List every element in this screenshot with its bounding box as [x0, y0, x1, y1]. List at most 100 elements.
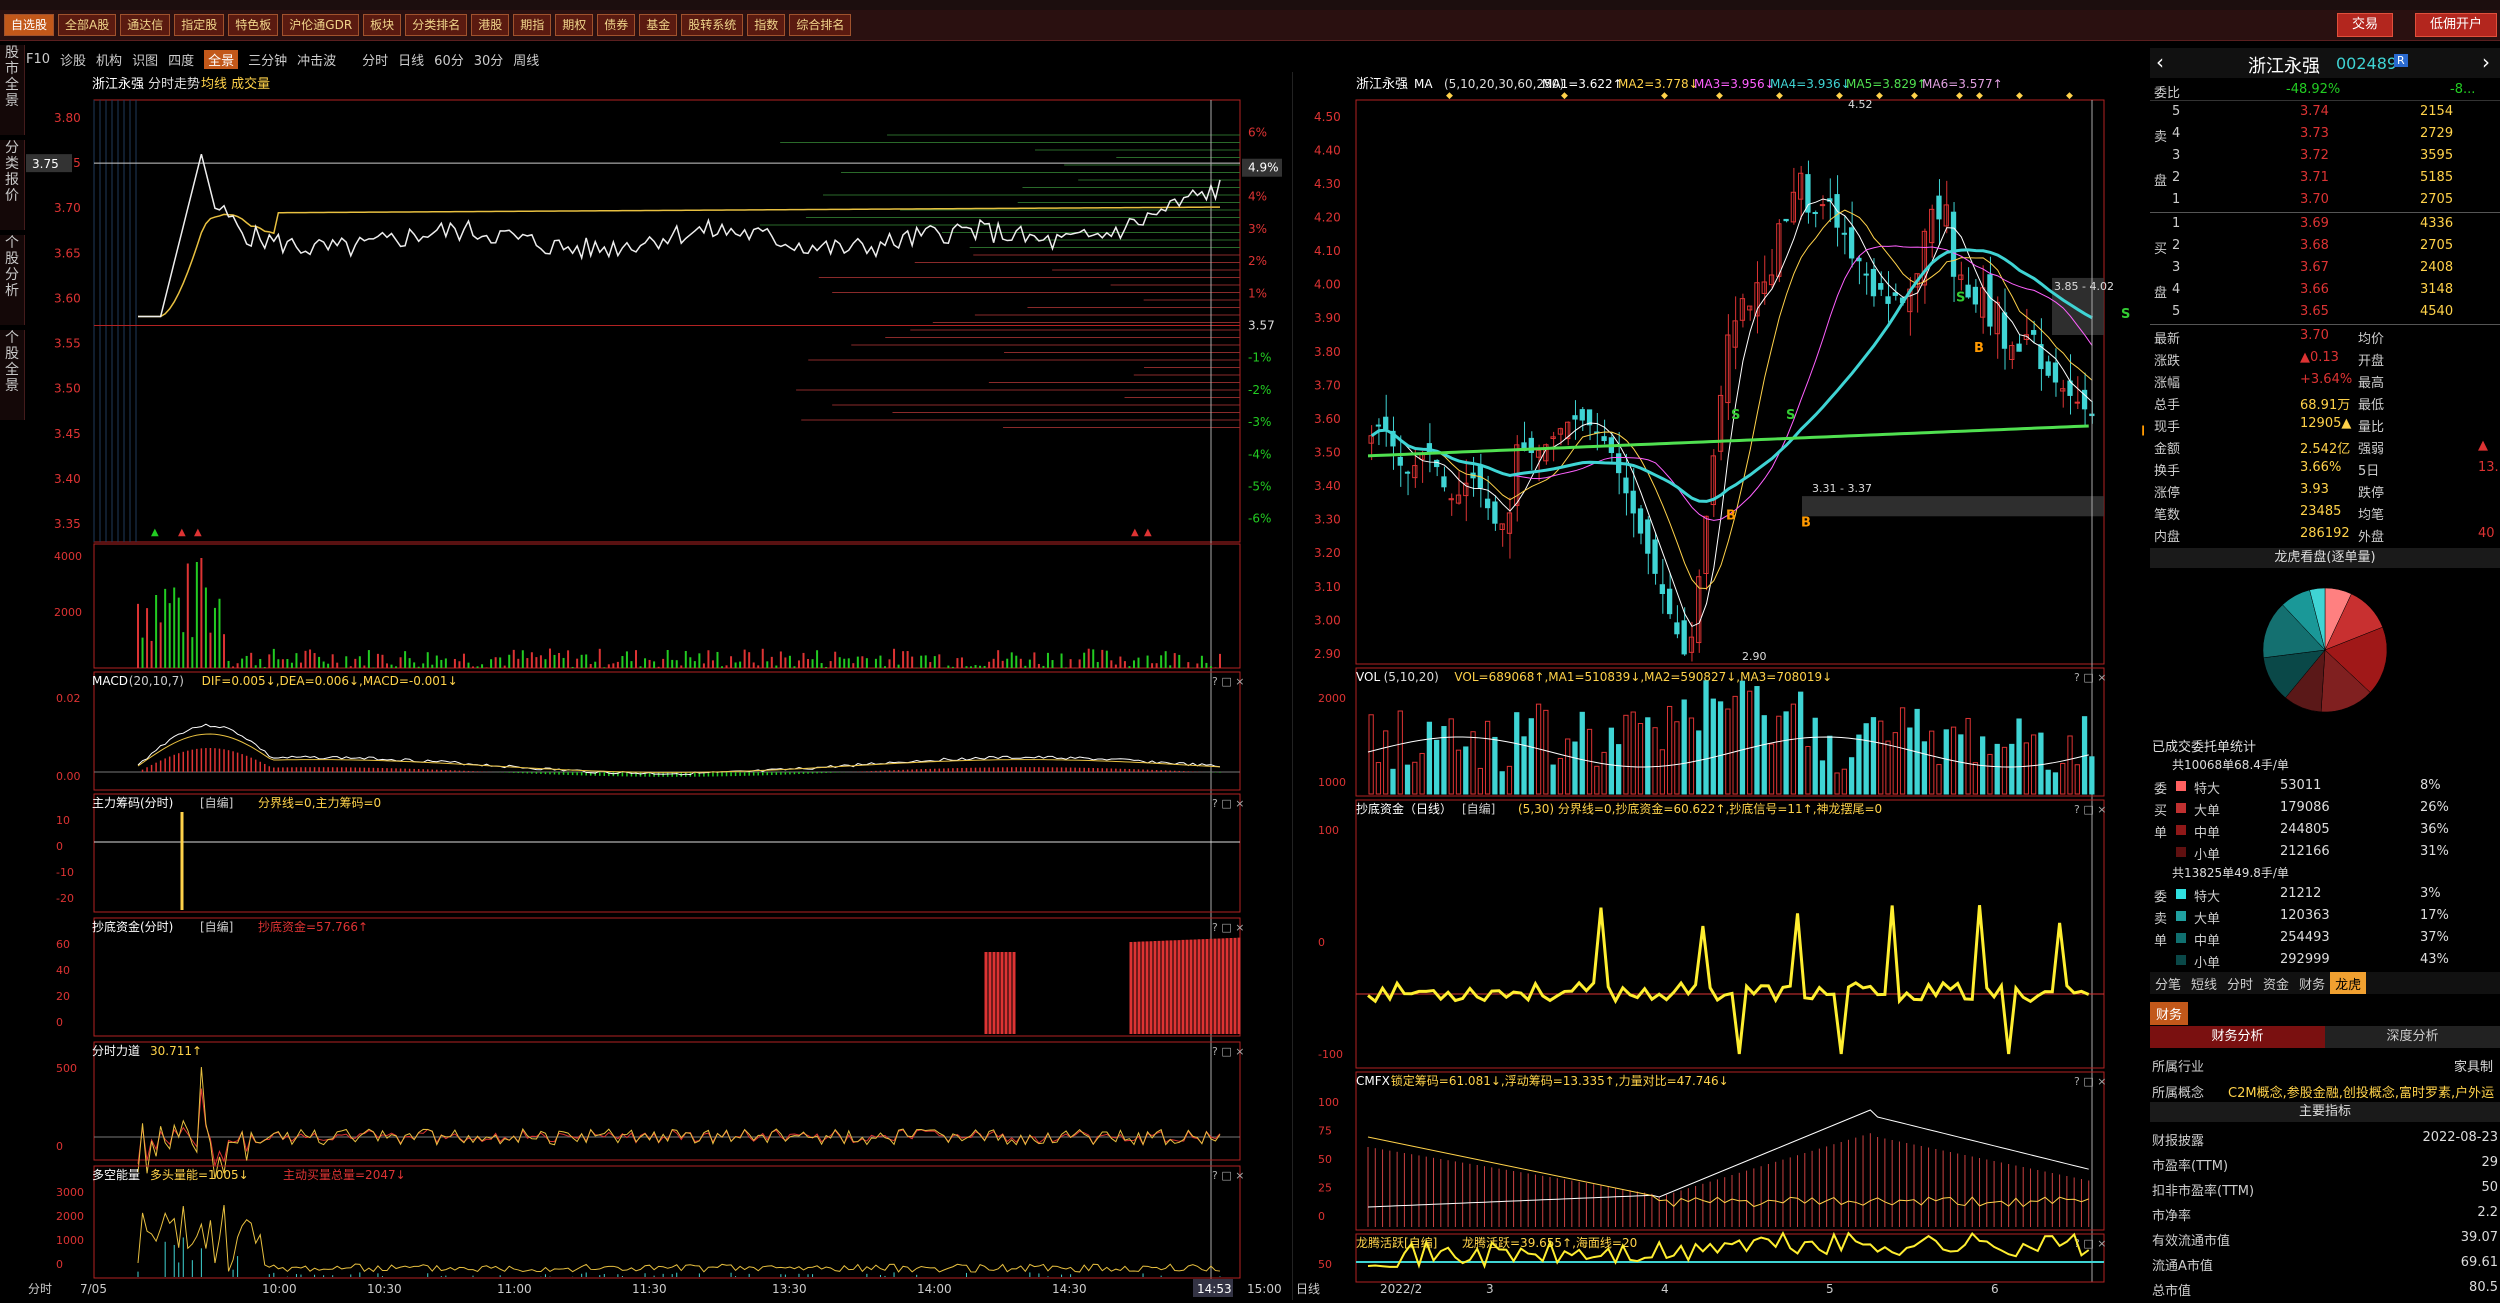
toolbar-period-4[interactable]: 周线 [513, 50, 539, 69]
menu-item-10[interactable]: 期权 [555, 14, 594, 36]
toolbar-item-0[interactable]: F10 [26, 52, 50, 67]
menu-item-6[interactable]: 板块 [363, 14, 402, 36]
zhuli-title-1: [自编] [200, 795, 233, 810]
fin-tab-deep[interactable]: 深度分析 [2325, 1026, 2500, 1048]
open-account-button[interactable]: 低佣开户 [2415, 13, 2498, 37]
kline-tick: 3.70 [1314, 378, 1341, 392]
vol-tick: 2000 [1318, 692, 1346, 705]
weicha-value: -8... [2450, 82, 2476, 97]
menu-item-15[interactable]: 综合排名 [789, 14, 852, 36]
candle-body [1572, 415, 1578, 420]
menu-item-12[interactable]: 基金 [639, 14, 678, 36]
menu-item-1[interactable]: 全部A股 [58, 14, 117, 36]
bid-volume: 2705 [2420, 238, 2454, 253]
toolbar-period-0[interactable]: 分时 [362, 50, 388, 69]
menu-item-8[interactable]: 港股 [471, 14, 510, 36]
duokong-title-0: 多空能量 [92, 1168, 140, 1182]
sell-row: 委 特大 21212 3% [2150, 884, 2500, 906]
candle-body [1659, 584, 1665, 595]
sell-volume: 292999 [2280, 952, 2330, 967]
candle-body [1674, 622, 1680, 635]
vol-bar [1870, 717, 1877, 795]
toolbar-period-3[interactable]: 30分 [474, 50, 504, 69]
vol-tick: 4000 [54, 550, 82, 563]
toolbar-item-4[interactable]: 四度 [168, 50, 194, 69]
menu-item-14[interactable]: 指数 [747, 14, 786, 36]
sidebar-tab-1[interactable]: 分类报价 [0, 140, 25, 230]
finance-tab[interactable]: 财务 [2150, 1002, 2189, 1025]
buy-volume: 244805 [2280, 822, 2330, 837]
stat-label-2: 5日 [2358, 464, 2380, 479]
toolbar-item-3[interactable]: 识图 [132, 50, 158, 69]
stat-label: 涨幅 [2154, 376, 2181, 391]
menu-item-0[interactable]: 自选股 [4, 14, 55, 36]
pct-tick: -1% [1248, 351, 1271, 365]
sidebar-tab-0[interactable]: 股市全景 [0, 45, 25, 135]
sell-volume: 120363 [2280, 908, 2330, 923]
menu-item-7[interactable]: 分类排名 [405, 14, 468, 36]
stat-row: 换手 3.66% 5日 13. [2150, 458, 2500, 480]
kline-tick: 3.20 [1314, 546, 1341, 560]
menu-item-4[interactable]: 特色板 [228, 14, 279, 36]
sidebar-tab-char: 析 [5, 283, 19, 299]
cmfx-tick: 25 [1318, 1182, 1332, 1195]
stat-row: 总手 68.91万 最低 [2150, 392, 2500, 414]
sell-volume: 21212 [2280, 886, 2322, 901]
bid-volume: 4336 [2420, 216, 2454, 231]
sell-pct: 37% [2420, 930, 2449, 945]
sidebar-tab-3[interactable]: 个股全景 [0, 330, 25, 420]
quote-tab-1[interactable]: 短线 [2186, 972, 2222, 994]
sidebar-tab-2[interactable]: 个股分析 [0, 235, 25, 325]
toolbar-item-5[interactable]: 全景 [204, 49, 239, 69]
ask-row: 5 3.74 2154 [2150, 102, 2500, 124]
cd-daily-title-2: (5,30) 分界线=0,抄底资金=60.622↑,抄底信号=11↑,神龙摆尾=… [1518, 801, 1882, 816]
menu-item-13[interactable]: 股转系统 [681, 14, 744, 36]
lidao-title-1: 30.711↑ [150, 1044, 202, 1058]
toolbar-period-2[interactable]: 60分 [434, 50, 464, 69]
pct-tick: 3% [1248, 222, 1267, 236]
price-tick: 3.60 [54, 291, 81, 305]
menu-item-9[interactable]: 期指 [513, 14, 552, 36]
bs-signal: S [1956, 290, 1965, 305]
toolbar-item-6[interactable]: 三分钟 [248, 50, 287, 69]
range-box-2 [1802, 496, 2104, 517]
candle-body [1885, 296, 1891, 304]
toolbar-period-1[interactable]: 日线 [398, 50, 424, 69]
toolbar-item-2[interactable]: 机构 [96, 50, 122, 69]
toolbar-item-1[interactable]: 诊股 [60, 50, 86, 69]
macd-title-0: MACD [92, 674, 128, 688]
ask-volume: 2729 [2420, 126, 2454, 141]
bid-price: 3.67 [2300, 260, 2329, 275]
duokong-tick: 3000 [56, 1186, 84, 1199]
candle-body [1870, 268, 1877, 297]
quote-tab-2[interactable]: 分时 [2222, 972, 2258, 994]
sidebar-tab-char: 市 [5, 61, 19, 77]
menu-item-5[interactable]: 沪伦通GDR [282, 14, 360, 36]
stat-label-2: 强弱 [2358, 442, 2385, 457]
stat-label: 笔数 [2154, 508, 2181, 523]
time-tick: 11:00 [497, 1282, 532, 1296]
bid-side-char: 盘 [2154, 286, 2168, 301]
quote-tab-4[interactable]: 财务 [2294, 972, 2330, 994]
quote-tab-0[interactable]: 分笔 [2150, 972, 2186, 994]
trade-button[interactable]: 交易 [2337, 13, 2394, 37]
menu-item-11[interactable]: 债券 [597, 14, 636, 36]
stat-label-2: 最低 [2358, 398, 2385, 413]
toolbar-item-7[interactable]: 冲击波 [297, 50, 336, 69]
vol-bar [1856, 734, 1862, 795]
vol-bar [1681, 699, 1687, 795]
time-tick: 14:53 [1197, 1282, 1232, 1296]
menu-item-3[interactable]: 指定股 [174, 14, 225, 36]
top-marker: ◆ [1561, 91, 1568, 101]
kline-tick: 4.50 [1314, 110, 1341, 124]
sell-pct: 17% [2420, 908, 2449, 923]
quote-tab-5[interactable]: 龙虎 [2330, 972, 2367, 994]
buy-row: 委 特大 53011 8% [2150, 776, 2500, 798]
fin-tab-analysis[interactable]: 财务分析 [2150, 1026, 2325, 1048]
back-arrow-icon[interactable]: ‹ [2156, 50, 2164, 74]
menu-item-2[interactable]: 通达信 [120, 14, 171, 36]
quote-tab-3[interactable]: 资金 [2258, 972, 2294, 994]
next-arrow-icon[interactable]: › [2482, 50, 2490, 74]
vol-bar [1717, 701, 1724, 795]
fin-value: 80.5 [2469, 1280, 2498, 1295]
